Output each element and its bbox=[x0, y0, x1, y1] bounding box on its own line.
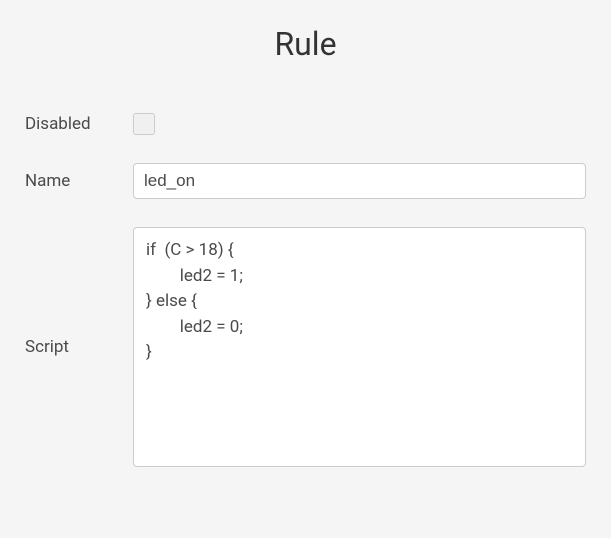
page-title: Rule bbox=[25, 25, 586, 63]
disabled-checkbox[interactable] bbox=[133, 113, 155, 135]
name-row: Name bbox=[25, 163, 586, 199]
name-label: Name bbox=[25, 171, 133, 191]
rule-form-container: Rule Disabled Name Script bbox=[0, 0, 611, 507]
name-input[interactable] bbox=[133, 163, 586, 199]
disabled-label: Disabled bbox=[25, 114, 133, 134]
disabled-row: Disabled bbox=[25, 113, 586, 135]
script-row: Script bbox=[25, 227, 586, 467]
script-textarea[interactable] bbox=[133, 227, 586, 467]
script-label: Script bbox=[25, 337, 133, 357]
